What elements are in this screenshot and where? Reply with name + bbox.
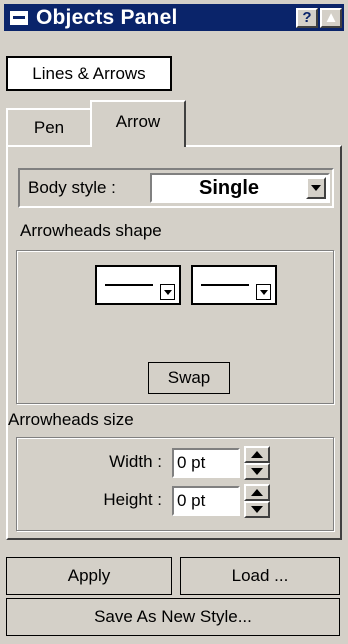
- end-arrowhead-picker[interactable]: [191, 265, 277, 305]
- tab-pen[interactable]: Pen: [6, 108, 92, 146]
- collapse-button[interactable]: ▲: [320, 7, 342, 28]
- increment-icon[interactable]: [244, 446, 270, 463]
- line-end-icon: [201, 284, 249, 286]
- body-style-select[interactable]: Single: [150, 173, 330, 203]
- panel-titlebar: Objects Panel ? ▲: [4, 4, 344, 31]
- swap-button[interactable]: Swap: [148, 362, 230, 394]
- tab-arrow[interactable]: Arrow: [90, 100, 186, 147]
- window-menu-icon[interactable]: [10, 10, 28, 25]
- line-end-icon: [105, 284, 153, 286]
- arrowheads-shape-label: Arrowheads shape: [20, 221, 162, 240]
- height-input[interactable]: 0 pt: [172, 486, 240, 516]
- height-label: Height :: [103, 490, 162, 509]
- decrement-icon[interactable]: [244, 463, 270, 480]
- panel-title: Objects Panel: [36, 5, 178, 29]
- load-button[interactable]: Load ...: [180, 557, 340, 595]
- save-as-new-style-button[interactable]: Save As New Style...: [6, 598, 340, 636]
- width-label: Width :: [109, 452, 162, 471]
- width-input[interactable]: 0 pt: [172, 448, 240, 478]
- arrowheads-size-label: Arrowheads size: [8, 410, 134, 429]
- chevron-down-icon[interactable]: [256, 284, 271, 300]
- chevron-down-icon[interactable]: [160, 284, 175, 300]
- decrement-icon[interactable]: [244, 501, 270, 518]
- apply-button[interactable]: Apply: [6, 557, 172, 595]
- body-style-value: Single: [198, 176, 259, 199]
- body-style-label: Body style :: [28, 178, 116, 197]
- start-arrowhead-picker[interactable]: [95, 265, 181, 305]
- increment-icon[interactable]: [244, 484, 270, 501]
- width-spinner[interactable]: [244, 446, 270, 480]
- height-spinner[interactable]: [244, 484, 270, 518]
- lines-arrows-button[interactable]: Lines & Arrows: [6, 56, 172, 91]
- help-button[interactable]: ?: [296, 7, 318, 28]
- chevron-down-icon[interactable]: [306, 177, 326, 199]
